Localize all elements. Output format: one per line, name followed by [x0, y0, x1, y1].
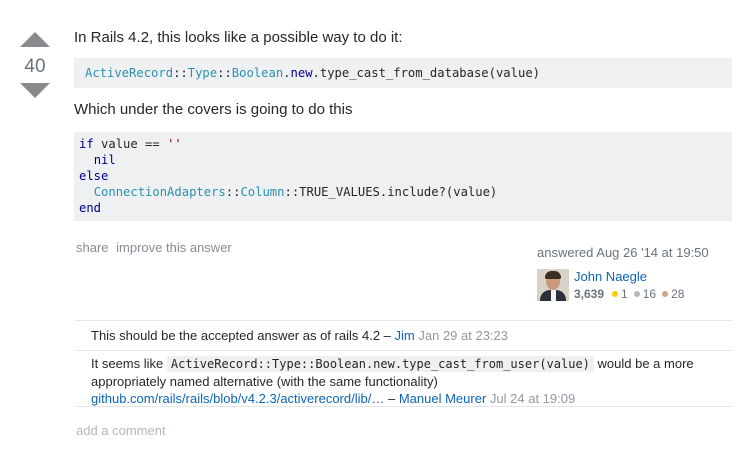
user-signature: answered Aug 26 '14 at 19:50 John Naegle… — [537, 245, 737, 301]
code-token: Column — [240, 185, 285, 199]
comments-list: This should be the accepted answer as of… — [75, 320, 732, 407]
improve-answer-link[interactable]: improve this answer — [116, 240, 232, 255]
answered-date: Aug 26 '14 at 19:50 — [596, 245, 709, 260]
code-token: . — [283, 66, 291, 80]
code-block: if value == '' nil else ConnectionAdapte… — [74, 132, 732, 221]
user-name-link[interactable]: John Naegle — [574, 269, 684, 285]
answered-label: answered — [537, 245, 594, 260]
comment: This should be the accepted answer as of… — [75, 321, 732, 351]
code-token: :: — [225, 185, 241, 199]
vote-count: 40 — [24, 56, 46, 77]
reputation-score: 3,639 — [574, 287, 605, 301]
code-token: if — [79, 137, 94, 151]
comment-date: Jul 24 at 19:09 — [489, 391, 576, 406]
code-token: .type_cast_from_database(value) — [312, 66, 540, 80]
code-token: ConnectionAdapters — [93, 185, 226, 199]
code-token: value == — [93, 137, 168, 151]
answer-intro: In Rails 4.2, this looks like a possible… — [74, 29, 403, 46]
code-token: ::TRUE_VALUES.include?(value) — [284, 185, 498, 199]
post-menu: share improve this answer — [76, 240, 236, 255]
comment-text: This should be the accepted answer as of… — [91, 328, 391, 343]
comment: It seems like ActiveRecord::Type::Boolea… — [75, 351, 732, 407]
answer-body: In Rails 4.2, this looks like a possible… — [74, 28, 732, 221]
code-token: Type — [187, 66, 218, 80]
code-token: ActiveRecord — [85, 66, 174, 80]
comment-user-link[interactable]: Jim — [395, 328, 415, 343]
gold-badge-count: 1 — [621, 287, 628, 301]
comment-date: Jan 29 at 23:23 — [418, 328, 509, 343]
comment-github-link[interactable]: github.com/rails/rails/blob/v4.2.3/activ… — [91, 391, 384, 406]
comment-text: It seems like — [91, 356, 164, 371]
vote-cell: 40 — [19, 32, 51, 98]
vote-up-arrow-icon[interactable] — [20, 32, 50, 47]
code-token: else — [79, 169, 109, 183]
code-token: new — [290, 66, 313, 80]
silver-badge-count: 16 — [642, 287, 657, 301]
silver-badge-icon — [633, 291, 640, 297]
vote-down-arrow-icon[interactable] — [20, 83, 50, 98]
code-token: '' — [167, 137, 182, 151]
reputation-line: 3,639 1 16 28 — [574, 287, 684, 301]
answer-middle-text: Which under the covers is going to do th… — [74, 101, 353, 118]
code-token: Boolean — [231, 66, 284, 80]
avatar-shirt — [551, 290, 556, 301]
comment-user-link[interactable]: Manuel Meurer — [399, 391, 486, 406]
bronze-badge-icon — [662, 291, 669, 297]
avatar[interactable] — [537, 269, 569, 301]
code-token: end — [79, 201, 102, 215]
code-token: nil — [93, 153, 116, 167]
add-comment-link[interactable]: add a comment — [76, 423, 166, 438]
code-token: :: — [173, 66, 188, 80]
code-token: :: — [217, 66, 232, 80]
answered-time: answered Aug 26 '14 at 19:50 — [537, 245, 737, 260]
comment-dash: – — [387, 391, 396, 406]
gold-badge-icon — [612, 291, 619, 297]
avatar-hair — [545, 271, 561, 279]
inline-code-block: ActiveRecord::Type::Boolean.new.type_cas… — [74, 58, 732, 88]
share-link[interactable]: share — [76, 240, 109, 255]
user-info: John Naegle 3,639 1 16 28 — [537, 269, 737, 301]
bronze-badge-count: 28 — [671, 287, 685, 301]
comment-inline-code: ActiveRecord::Type::Boolean.new.type_cas… — [166, 356, 594, 372]
user-details: John Naegle 3,639 1 16 28 — [574, 269, 684, 301]
